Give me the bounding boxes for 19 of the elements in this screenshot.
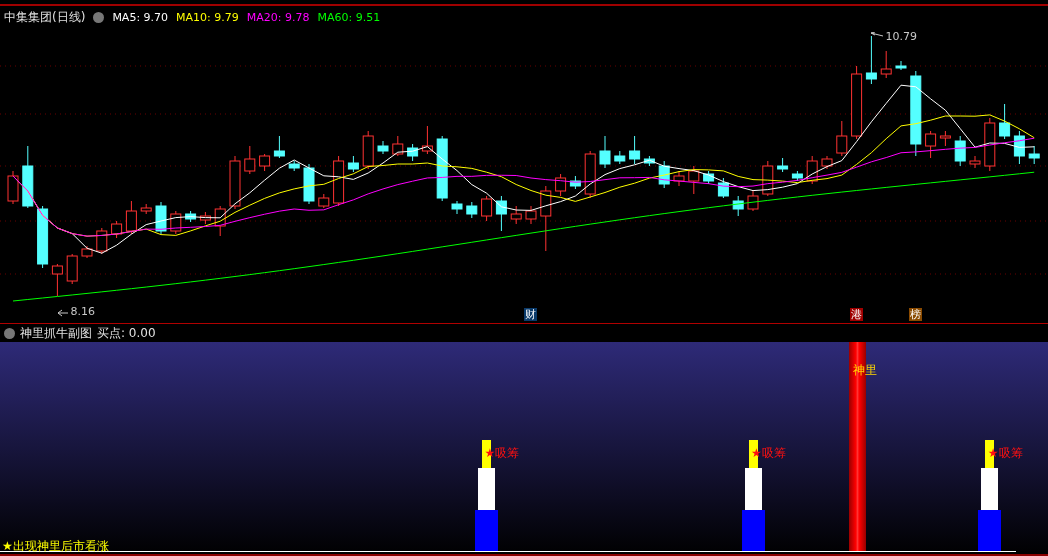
event-marker[interactable]: 港 bbox=[849, 308, 863, 321]
stock-title: 中集集团(日线) bbox=[4, 8, 86, 26]
leader-arrow-icon bbox=[870, 32, 885, 40]
moving-average-value: MA5: 9.70 bbox=[112, 10, 169, 24]
low-price-label: 8.16 bbox=[70, 305, 95, 318]
signal-label: ★吸筹 bbox=[987, 445, 1023, 462]
moving-average-value: MA20: 9.78 bbox=[246, 10, 310, 24]
moving-average-value: MA10: 9.79 bbox=[176, 10, 239, 24]
moving-average-value: MA60: 9.51 bbox=[317, 10, 381, 24]
legend-text: ★出现神里后市看涨 bbox=[2, 538, 109, 555]
leader-arrow-icon bbox=[57, 309, 70, 317]
collapse-icon[interactable] bbox=[4, 327, 15, 339]
high-price-label: 10.79 bbox=[885, 30, 917, 43]
event-marker[interactable]: 榜 bbox=[908, 308, 922, 321]
indicator-title: 神里抓牛副图 bbox=[20, 324, 92, 342]
collapse-icon[interactable] bbox=[93, 11, 105, 23]
event-marker[interactable]: 财 bbox=[524, 308, 537, 321]
indicator-reading: 买点: 0.00 bbox=[97, 324, 156, 342]
signal-label: ★吸筹 bbox=[484, 445, 520, 462]
